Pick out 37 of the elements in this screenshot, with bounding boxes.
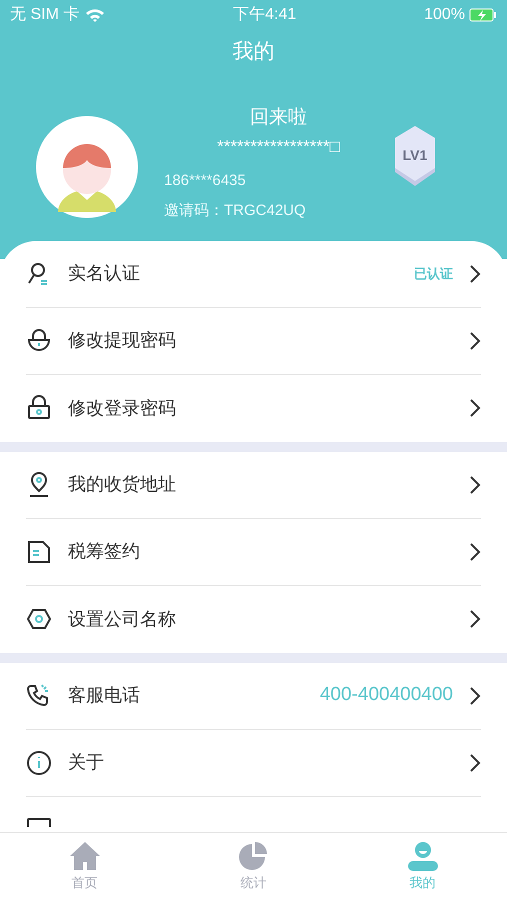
hexagon-icon <box>26 606 52 632</box>
chevron-right-icon <box>469 542 481 562</box>
menu-item-label[interactable]: 设置公司名称 <box>68 606 469 632</box>
wifi-icon <box>85 7 106 23</box>
chevron-right-icon <box>469 330 481 350</box>
menu-item-label[interactable]: 客服电话 <box>68 682 320 709</box>
home-icon <box>68 840 100 871</box>
phone-number: 186****6435 <box>164 170 247 190</box>
menu-item-label[interactable]: 税筹签约 <box>68 538 469 565</box>
document-icon <box>26 538 52 564</box>
chevron-right-icon <box>469 398 481 418</box>
lock-icon <box>26 395 52 421</box>
carrier-text: 无 SIM 卡 <box>10 4 80 25</box>
masked-id: *****************□ <box>216 136 341 158</box>
lock-icon <box>26 328 52 354</box>
battery-charging-icon <box>469 8 497 22</box>
verified-status: 已认证 <box>414 264 453 283</box>
user-name: 回来啦 <box>249 106 308 130</box>
info-icon <box>26 750 52 776</box>
menu-item-label[interactable]: 实名认证 <box>68 260 414 287</box>
invite-code: 邀请码：TRGC42UQ <box>164 201 307 221</box>
chevron-right-icon <box>469 474 481 494</box>
user-icon <box>406 840 440 871</box>
logout-icon <box>26 816 52 826</box>
chevron-right-icon <box>469 752 481 772</box>
chevron-right-icon <box>469 609 481 629</box>
page-title: 我的 <box>232 39 276 65</box>
status-time: 下午4:41 <box>233 5 296 25</box>
menu-item-label[interactable]: 我的收货地址 <box>68 471 469 498</box>
menu-item-label[interactable]: 关于 <box>68 749 469 776</box>
chevron-right-icon <box>469 264 481 284</box>
menu-item-label[interactable]: 修改登录密码 <box>68 394 469 422</box>
chevron-right-icon <box>469 686 481 706</box>
menu-item-label[interactable]: 修改提现密码 <box>68 327 469 354</box>
level-badge: LV1 <box>393 124 437 188</box>
pie-chart-icon <box>238 840 268 871</box>
battery-percent: 100% <box>424 5 465 25</box>
